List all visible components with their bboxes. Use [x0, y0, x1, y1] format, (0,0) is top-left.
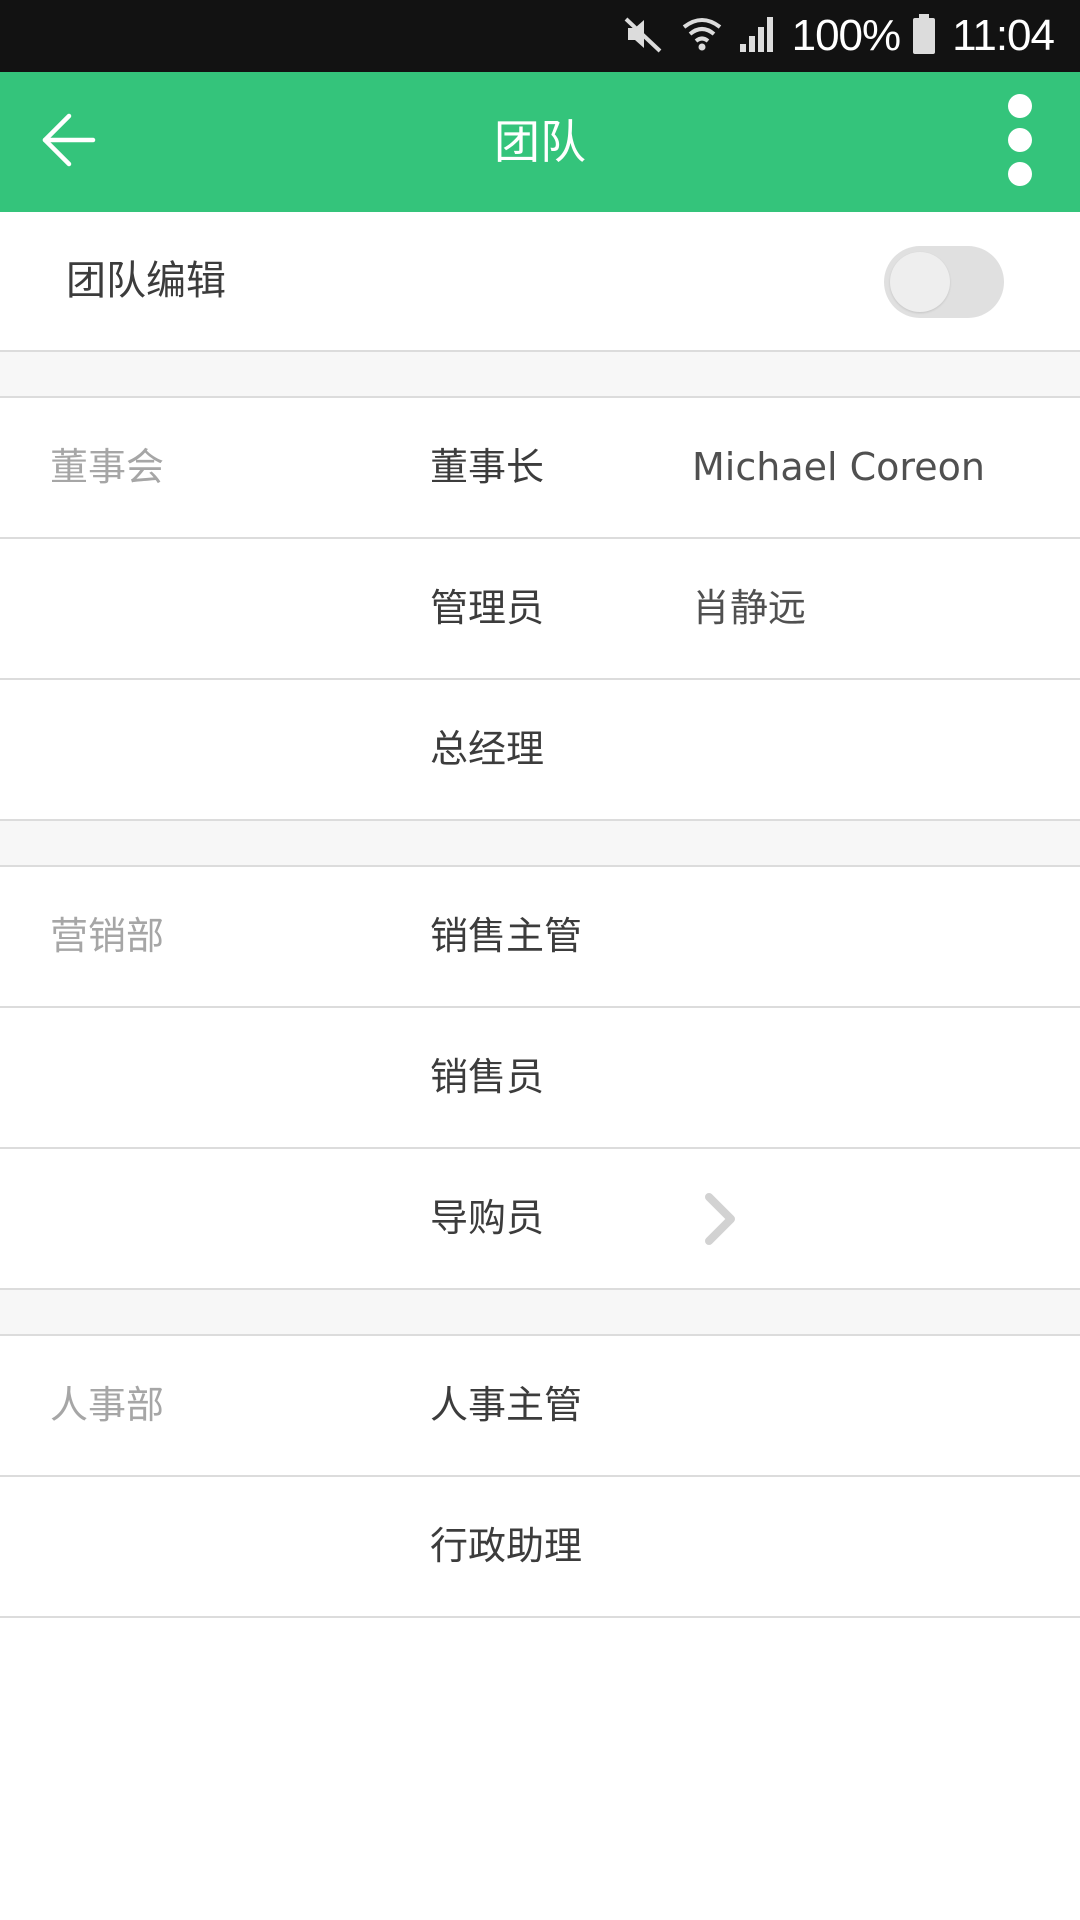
toolbar: 团队 [0, 72, 1080, 212]
section-divider [0, 1290, 1080, 1336]
back-button[interactable] [28, 102, 108, 182]
role-label: 行政助理 [430, 1524, 583, 1568]
department-label: 营销部 [50, 914, 165, 958]
member-name: Michael Coreon [692, 445, 985, 489]
role-label: 销售员 [430, 1055, 545, 1099]
page-title: 团队 [494, 115, 586, 169]
department-label: 人事部 [50, 1383, 165, 1427]
team-edit-row: 团队编辑 [0, 212, 1080, 352]
team-row[interactable]: 管理员 肖静远 [0, 539, 1080, 680]
role-label: 导购员 [430, 1196, 545, 1240]
team-row[interactable]: 董事会 董事长 Michael Coreon [0, 398, 1080, 539]
signal-icon [738, 14, 778, 58]
role-label: 销售主管 [430, 914, 583, 958]
team-edit-label: 团队编辑 [66, 258, 226, 304]
member-name: 肖静远 [692, 586, 807, 630]
role-label: 总经理 [430, 727, 545, 771]
team-row[interactable]: 销售员 [0, 1008, 1080, 1149]
toggle-knob [890, 252, 950, 312]
clock: 11:04 [952, 11, 1055, 60]
team-row[interactable]: 营销部 销售主管 [0, 867, 1080, 1008]
more-vert-icon [1005, 94, 1035, 190]
more-options-button[interactable] [990, 94, 1050, 190]
status-bar: 100% 11:04 [0, 0, 1080, 72]
battery-icon [912, 12, 936, 60]
role-label: 人事主管 [430, 1383, 583, 1427]
team-row[interactable]: 总经理 [0, 680, 1080, 821]
team-row[interactable]: 人事部 人事主管 [0, 1336, 1080, 1477]
team-list: 团队编辑 董事会 董事长 Michael Coreon 管理员 肖静远 总经理 … [0, 212, 1080, 1618]
section-divider [0, 821, 1080, 867]
team-row[interactable]: 导购员 [0, 1149, 1080, 1290]
section-divider [0, 352, 1080, 398]
team-row[interactable]: 行政助理 [0, 1477, 1080, 1618]
back-arrow-icon [39, 111, 97, 173]
wifi-icon [680, 11, 724, 61]
role-label: 管理员 [430, 586, 545, 630]
battery-percent: 100% [791, 11, 902, 60]
department-label: 董事会 [50, 445, 165, 489]
mute-icon [620, 11, 666, 61]
role-label: 董事长 [430, 445, 545, 489]
chevron-right-icon[interactable] [694, 1187, 744, 1251]
team-edit-toggle[interactable] [884, 246, 1004, 318]
